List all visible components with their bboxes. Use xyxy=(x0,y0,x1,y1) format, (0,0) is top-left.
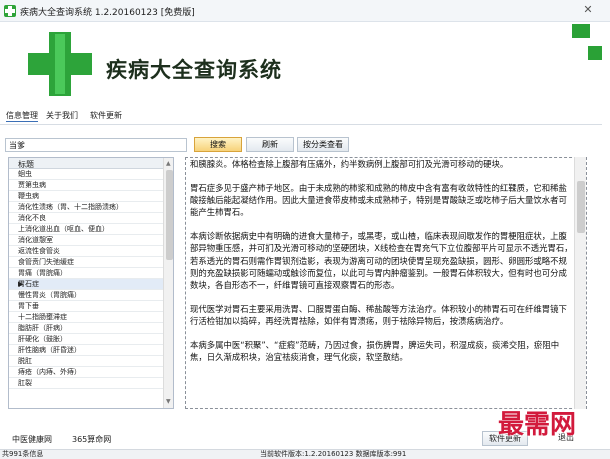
list-item[interactable]: 上消化道出血（呕血、便血） xyxy=(9,224,163,235)
list-item[interactable]: ▶ 胃石症 xyxy=(9,279,163,290)
detail-paragraph: 和胰腺炎。体格检查除上腹部有压痛外，约半数病例上腹部可扪及光滑可移动的硬块。 xyxy=(190,159,509,169)
list-item-label: 胃石症 xyxy=(18,280,39,288)
list-item[interactable]: 肛裂 xyxy=(9,378,163,389)
detail-paragraph: 本病诊断依据病史中有明确的进食大量柿子，或黑枣，或山楂，临床表现间歇发作的胃梗阻… xyxy=(190,231,573,290)
list-item[interactable]: 肝性脑病（肝昏迷） xyxy=(9,345,163,356)
list-item-label: 返流性食管炎 xyxy=(18,247,60,255)
scroll-up-icon[interactable]: ▲ xyxy=(166,160,171,167)
footer-link-tcm-health[interactable]: 中医健康网 xyxy=(12,434,52,445)
corner-decoration xyxy=(572,24,590,38)
list-item-label: 肝硬化（鼓胀） xyxy=(18,335,67,343)
watermark: 最需网 xyxy=(498,410,577,440)
disease-list: 标题 蛔虫贾第虫病鞭虫病消化性溃疡（胃、十二指肠溃疡） 消化不良上消化道出血（呕血… xyxy=(8,157,174,409)
detail-scroll-thumb[interactable] xyxy=(577,181,585,233)
title-bar: 疾病大全查询系统 1.2.20160123 [免费版] ✕ xyxy=(0,0,610,22)
detail-paragraph: 本病多属中医“积聚”、“症瘕”范畴，乃因过食，损伤脾胃，脾运失司，积湿成痰，痰浠… xyxy=(190,340,560,363)
list-item[interactable]: 消化不良 xyxy=(9,213,163,224)
list-item[interactable]: 十二指肠壅滞症 xyxy=(9,312,163,323)
list-item-label: 脱肛 xyxy=(18,357,32,365)
list-scroll-thumb[interactable] xyxy=(166,170,173,260)
medical-cross-logo-icon xyxy=(28,32,92,96)
corner-decoration xyxy=(588,46,602,60)
banner: 疾病大全查询系统 xyxy=(0,22,610,100)
list-item-label: 肛裂 xyxy=(18,379,32,387)
list-item-label: 消化不良 xyxy=(18,214,46,222)
detail-paragraph: 现代医学对胃石主要采用洗胃、口服胃蛋白酶、稀盐酸等方法治疗。体积较小的柿胃石可在… xyxy=(190,303,567,326)
list-item[interactable]: 鞭虫病 xyxy=(9,191,163,202)
scroll-down-icon[interactable]: ▼ xyxy=(166,398,171,405)
status-bar: 共991条信息 当前软件版本:1.2.20160123 数据库版本:991 xyxy=(0,449,610,459)
list-scrollbar[interactable]: ▲ ▼ xyxy=(163,158,173,408)
list-item[interactable]: 胃痛（胃脘痛） xyxy=(9,268,163,279)
list-item[interactable]: 脱肛 xyxy=(9,356,163,367)
refresh-button[interactable]: 刷新 xyxy=(246,137,294,152)
window-title: 疾病大全查询系统 1.2.20160123 [免费版] xyxy=(20,8,195,18)
close-button[interactable]: ✕ xyxy=(580,3,596,17)
list-item-label: 脂肪肝（肝病） xyxy=(18,324,67,332)
list-header: 标题 xyxy=(9,158,163,169)
search-button[interactable]: 搜索 xyxy=(194,137,242,152)
detail-scrollbar[interactable] xyxy=(574,157,586,409)
list-item-label: 十二指肠壅滞症 xyxy=(18,313,67,321)
menu-info-management[interactable]: 信息管理 xyxy=(6,110,38,122)
view-by-category-button[interactable]: 按分类查看 xyxy=(297,137,349,152)
status-record-count: 共991条信息 xyxy=(2,450,44,458)
footer-link-fortune[interactable]: 365算命网 xyxy=(72,434,111,445)
list-item[interactable]: 脂肪肝（肝病） xyxy=(9,323,163,334)
list-item-label: 消化道憩室 xyxy=(18,236,53,244)
list-item[interactable]: 慢性胃炎（胃脘痛） xyxy=(9,290,163,301)
app-cross-icon xyxy=(4,5,16,17)
status-version: 当前软件版本:1.2.20160123 数据库版本:991 xyxy=(260,450,407,458)
list-item-label: 胃下垂 xyxy=(18,302,39,310)
list-item[interactable]: 返流性食管炎 xyxy=(9,246,163,257)
detail-paragraph: 胃石症多见于盛产柿子地区。由于未成熟的柿浆和成熟的柿皮中含有富有收敛特性的红鞣质… xyxy=(190,183,567,218)
detail-text-area[interactable]: 和胰腺炎。体格检查除上腹部有压痛外，约半数病例上腹部可扪及光滑可移动的硬块。胃石… xyxy=(185,157,587,409)
list-item-label: 消化性溃疡（胃、十二指肠溃疡） xyxy=(18,203,123,211)
list-item[interactable]: 消化道憩室 xyxy=(9,235,163,246)
list-item-label: 肝性脑病（肝昏迷） xyxy=(18,346,81,354)
list-item-label: 胃痛（胃脘痛） xyxy=(18,269,67,277)
list-item-label: 慢性胃炎（胃脘痛） xyxy=(18,291,81,299)
list-item[interactable]: 食管贲门失弛缓症 xyxy=(9,257,163,268)
list-item-label: 痔疮（内痔、外痔） xyxy=(18,368,81,376)
list-item[interactable]: 痔疮（内痔、外痔） xyxy=(9,367,163,378)
list-item[interactable]: 肝硬化（鼓胀） xyxy=(9,334,163,345)
detail-content: 和胰腺炎。体格检查除上腹部有压痛外，约半数病例上腹部可扪及光滑可移动的硬块。胃石… xyxy=(190,158,574,375)
list-item-label: 食管贲门失弛缓症 xyxy=(18,258,74,266)
list-item-label: 上消化道出血（呕血、便血） xyxy=(18,225,109,233)
menu-about-us[interactable]: 关于我们 xyxy=(46,110,78,121)
menu-bar: 信息管理 关于我们 软件更新 xyxy=(0,110,610,124)
list-item-label: 鞭虫病 xyxy=(18,192,39,200)
menu-divider xyxy=(0,124,602,125)
list-item[interactable]: 消化性溃疡（胃、十二指肠溃疡） xyxy=(9,202,163,213)
banner-title: 疾病大全查询系统 xyxy=(106,57,282,82)
menu-software-update[interactable]: 软件更新 xyxy=(90,110,122,121)
list-item[interactable]: 胃下垂 xyxy=(9,301,163,312)
list-item[interactable]: 贾第虫病 xyxy=(9,180,163,191)
search-input[interactable] xyxy=(5,138,187,152)
list-item-label: 蛔虫 xyxy=(18,170,32,178)
list-item-label: 贾第虫病 xyxy=(18,181,46,189)
list-item[interactable]: 蛔虫 xyxy=(9,169,163,180)
